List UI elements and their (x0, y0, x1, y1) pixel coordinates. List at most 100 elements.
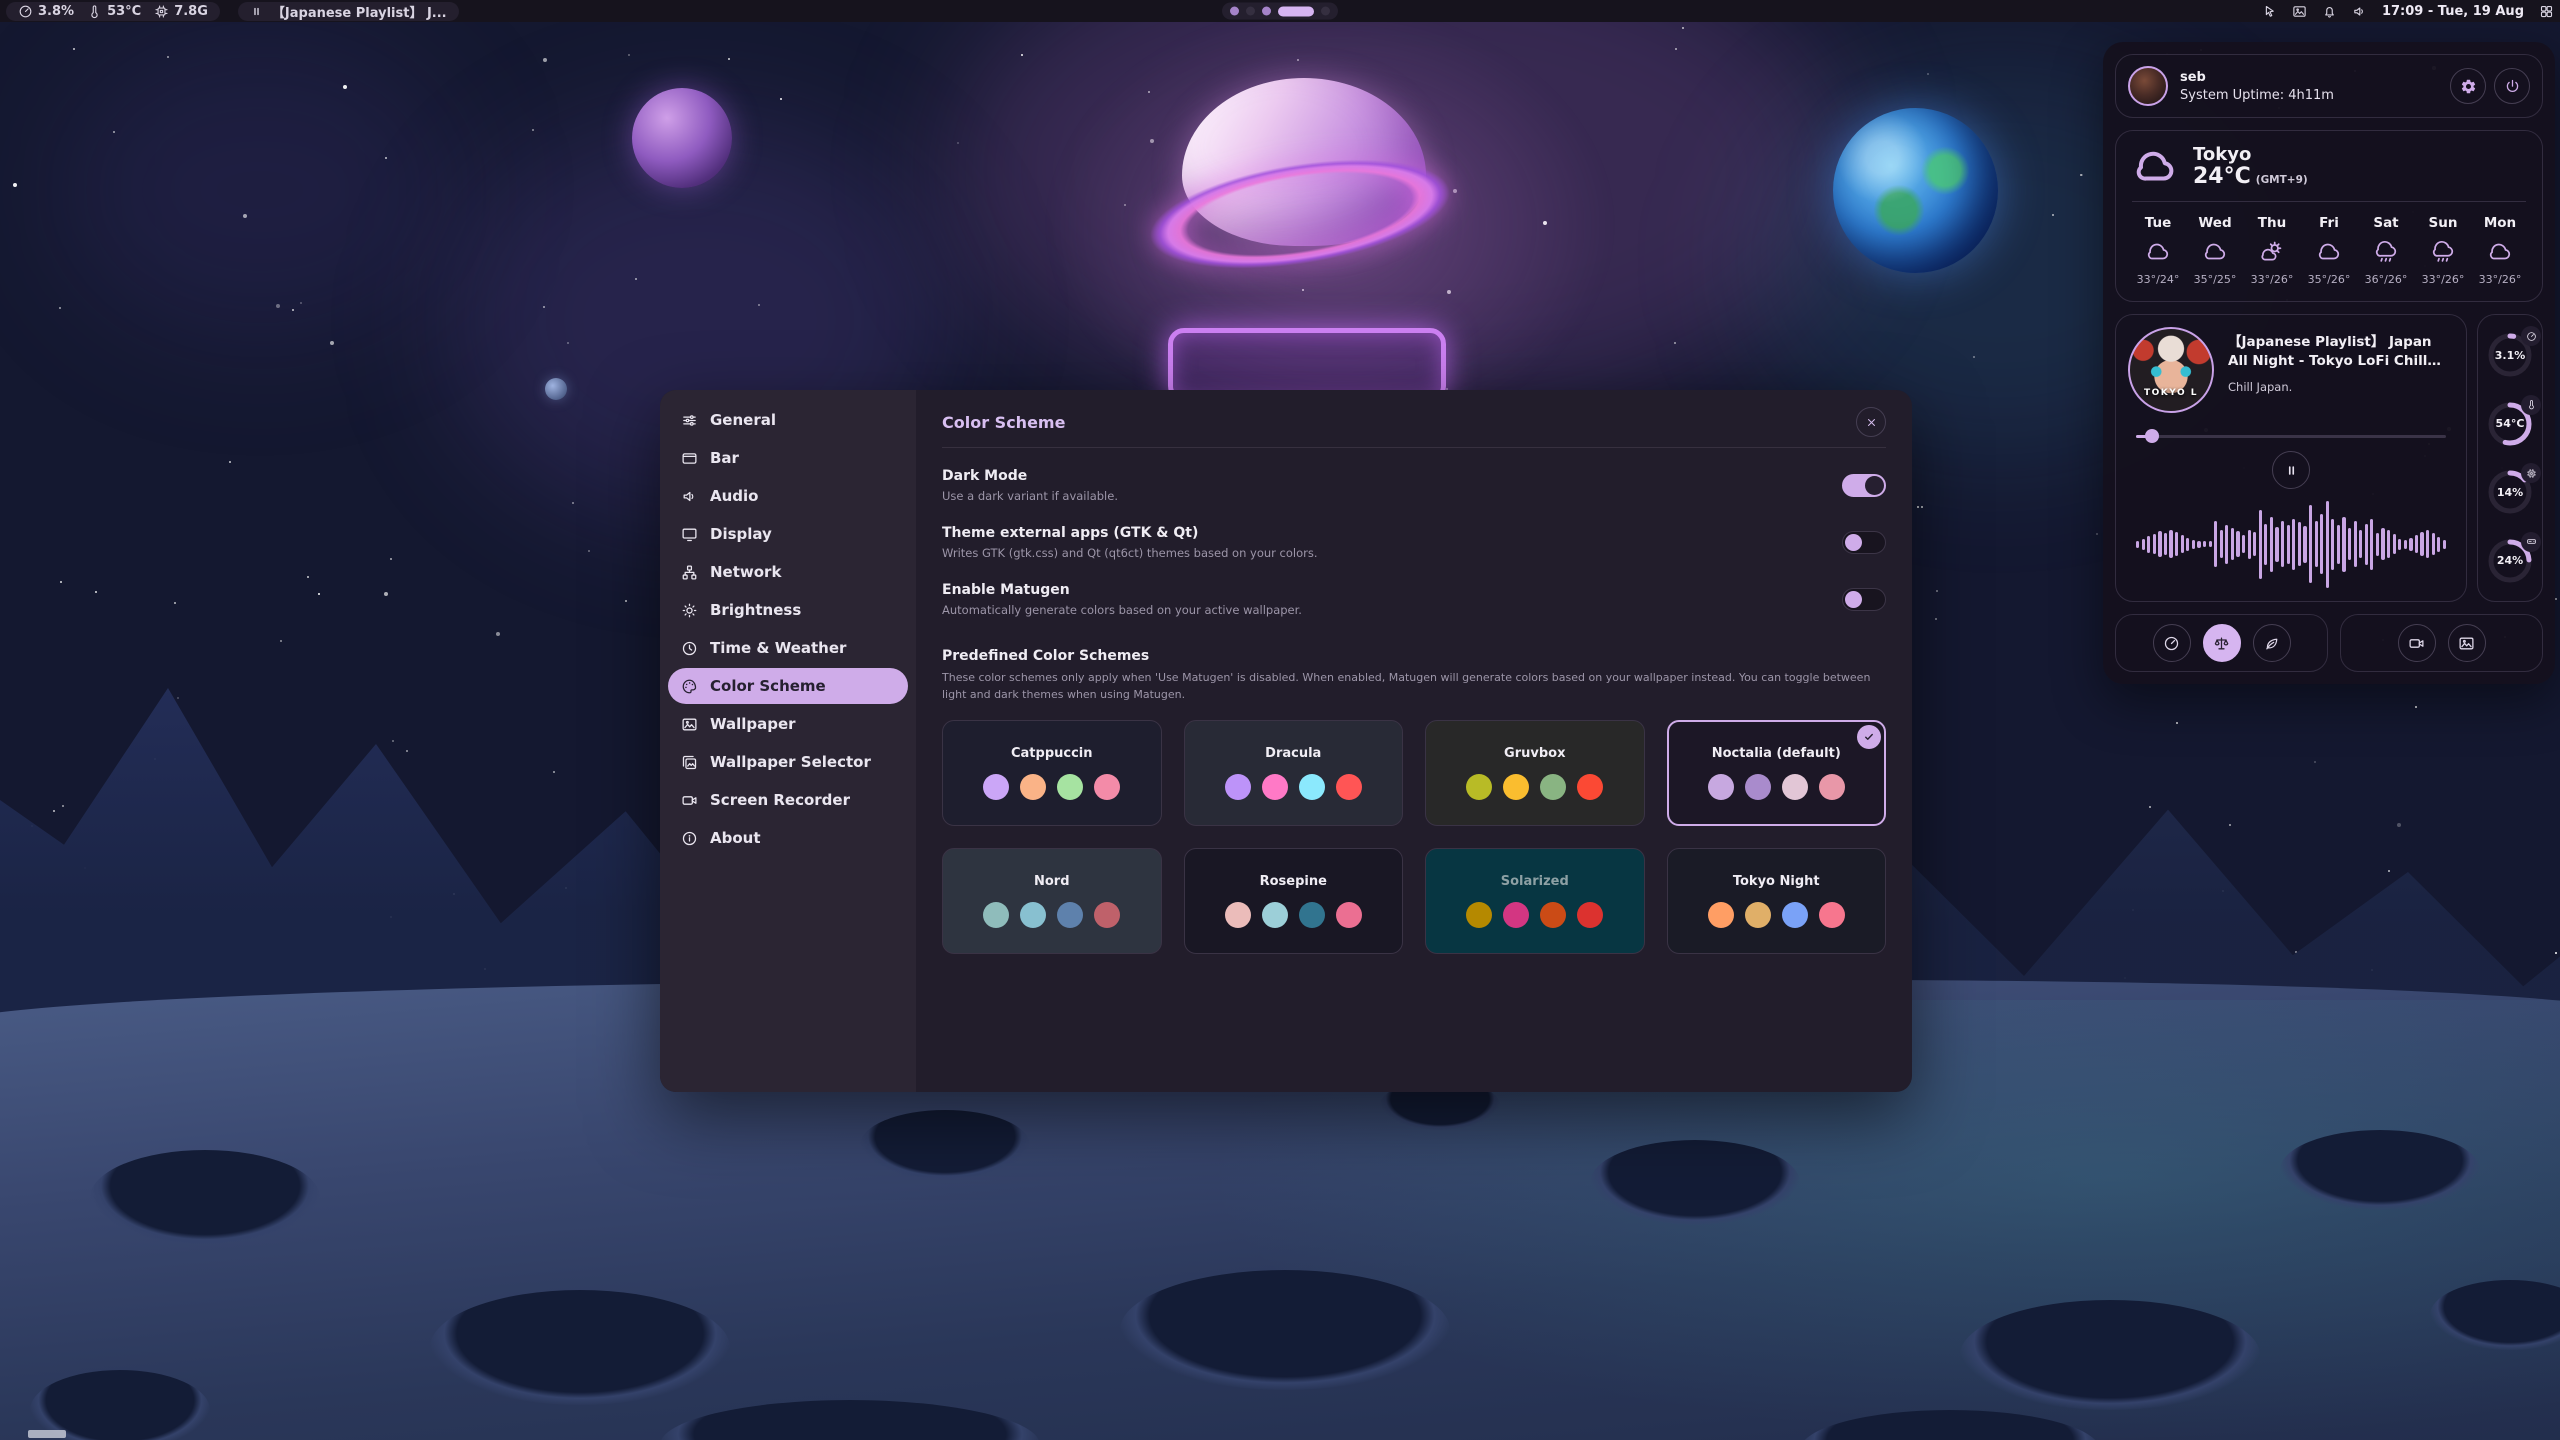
tray-wallpaper-icon[interactable] (2292, 4, 2307, 19)
system-stats-widget[interactable]: 3.8% 53°C 7.8G (6, 2, 220, 21)
weather-city: Tokyo (2193, 145, 2308, 166)
monitor-badge (2521, 463, 2541, 483)
setting-row-enable-matugen: Enable MatugenAutomatically generate col… (942, 571, 1886, 628)
power-button[interactable] (2494, 68, 2530, 104)
forecast-temps: 35°/25° (2194, 273, 2237, 286)
sidebar-item-bar[interactable]: Bar (668, 440, 908, 476)
scheme-card-nord[interactable]: Nord (942, 848, 1162, 954)
cpu-usage-stat: 3.8% (18, 4, 74, 19)
weather-card: Tokyo 24°C (GMT+9) Tue33°/24°Wed35°/25°T… (2115, 130, 2543, 302)
notifications-icon[interactable] (2322, 4, 2337, 19)
temperature-value: 53°C (107, 4, 141, 19)
workspace-dot-2[interactable] (1246, 7, 1255, 16)
power-profile-group (2115, 614, 2328, 672)
sidebar-item-audio[interactable]: Audio (668, 478, 908, 514)
play-pause-button[interactable] (2272, 451, 2310, 489)
topbar-media-widget[interactable]: 【Japanese Playlist】 J... (238, 2, 459, 21)
sidebar-item-label: Bar (710, 449, 739, 467)
scheme-swatches (1466, 774, 1603, 800)
cloud-icon (2202, 239, 2228, 265)
sidebar-item-brightness[interactable]: Brightness (668, 592, 908, 628)
forecast-day-tue: Tue33°/24° (2132, 215, 2184, 286)
scheme-swatches (1225, 902, 1362, 928)
close-button[interactable] (1856, 407, 1886, 437)
app-launcher-icon[interactable] (2539, 4, 2554, 19)
color-swatch (1466, 902, 1492, 928)
toggle-enable-matugen[interactable] (1842, 588, 1886, 611)
earth-planet (1833, 108, 1998, 273)
color-swatch (983, 902, 1009, 928)
scheme-name: Nord (1034, 874, 1070, 889)
scheme-card-gruvbox[interactable]: Gruvbox (1425, 720, 1645, 826)
waveform-bar (2381, 528, 2384, 560)
network-icon (681, 564, 698, 581)
media-player-card: TOKYO L 【Japanese Playlist】 Japan All Ni… (2115, 314, 2467, 602)
workspace-dot-3[interactable] (1262, 7, 1271, 16)
workspace-dot-4[interactable] (1278, 6, 1314, 16)
waveform-bar (2220, 530, 2223, 558)
topbar-media-label: 【Japanese Playlist】 J... (272, 2, 447, 21)
clock-icon (681, 640, 698, 657)
waveform-bar (2186, 538, 2189, 551)
scheme-swatches (983, 774, 1120, 800)
color-swatch (1708, 902, 1734, 928)
waveform-bar (2153, 534, 2156, 554)
balanced-mode-button[interactable] (2203, 624, 2241, 662)
toggle-theme-external-apps-gtk-qt[interactable] (1842, 531, 1886, 554)
scheme-card-rosepine[interactable]: Rosepine (1184, 848, 1404, 954)
forecast-day-label: Wed (2198, 215, 2231, 231)
color-swatch (1466, 774, 1492, 800)
selected-check-badge (1857, 725, 1881, 749)
waveform-bar (2287, 525, 2290, 564)
scheme-card-solarized[interactable]: Solarized (1425, 848, 1645, 954)
tray-app-icon[interactable] (2262, 4, 2277, 19)
clock[interactable]: 17:09 - Tue, 19 Aug (2382, 4, 2524, 19)
scheme-card-tokyo-night[interactable]: Tokyo Night (1667, 848, 1887, 954)
sidebar-item-screen-recorder[interactable]: Screen Recorder (668, 782, 908, 818)
toggle-dark-mode[interactable] (1842, 474, 1886, 497)
performance-mode-button[interactable] (2153, 624, 2191, 662)
sidebar-item-wallpaper-selector[interactable]: Wallpaper Selector (668, 744, 908, 780)
workspace-dot-5[interactable] (1321, 7, 1330, 16)
color-swatch (983, 774, 1009, 800)
sidebar-item-display[interactable]: Display (668, 516, 908, 552)
progress-knob[interactable] (2145, 429, 2159, 443)
chip-icon (2526, 468, 2537, 479)
scheme-grid: CatppuccinDracula Gruvbox Noctalia (defaul… (942, 720, 1886, 954)
sidebar-item-wallpaper[interactable]: Wallpaper (668, 706, 908, 742)
sidebar-item-color-scheme[interactable]: Color Scheme (668, 668, 908, 704)
color-swatch (1782, 774, 1808, 800)
waveform-bar (2426, 530, 2429, 558)
waveform-bar (2437, 537, 2440, 552)
color-swatch (1094, 902, 1120, 928)
recorder-icon (681, 792, 698, 809)
monitor-badge (2521, 326, 2541, 346)
waveform-bar (2376, 533, 2379, 556)
scheme-card-noctalia-default[interactable]: Noctalia (default) (1667, 720, 1887, 826)
color-swatch (1745, 902, 1771, 928)
waveform-bar (2309, 505, 2312, 583)
waveform-bar (2387, 530, 2390, 558)
monitor-gauge-disk: 24% (2486, 537, 2534, 585)
sidebar-item-about[interactable]: About (668, 820, 908, 856)
color-swatch (1057, 774, 1083, 800)
toggle-list: Dark ModeUse a dark variant if available… (942, 457, 1886, 628)
sidebar-item-time-weather[interactable]: Time & Weather (668, 630, 908, 666)
scheme-card-dracula[interactable]: Dracula (1184, 720, 1404, 826)
powersave-mode-button[interactable] (2253, 624, 2291, 662)
color-swatch (1540, 902, 1566, 928)
sidebar-item-network[interactable]: Network (668, 554, 908, 590)
scheme-card-catppuccin[interactable]: Catppuccin (942, 720, 1162, 826)
header-divider (942, 447, 1886, 448)
workspace-dot-1[interactable] (1230, 7, 1239, 16)
wallpaper-button[interactable] (2448, 624, 2486, 662)
workspace-switcher[interactable] (1222, 3, 1338, 20)
volume-icon[interactable] (2352, 4, 2367, 19)
scheme-name: Gruvbox (1504, 746, 1565, 761)
sidebar-item-general[interactable]: General (668, 402, 908, 438)
settings-button[interactable] (2450, 68, 2486, 104)
suncloud-icon (2259, 239, 2285, 265)
screen-recorder-button[interactable] (2398, 624, 2436, 662)
waveform-bar (2365, 524, 2368, 565)
media-progress-bar[interactable] (2136, 429, 2446, 443)
